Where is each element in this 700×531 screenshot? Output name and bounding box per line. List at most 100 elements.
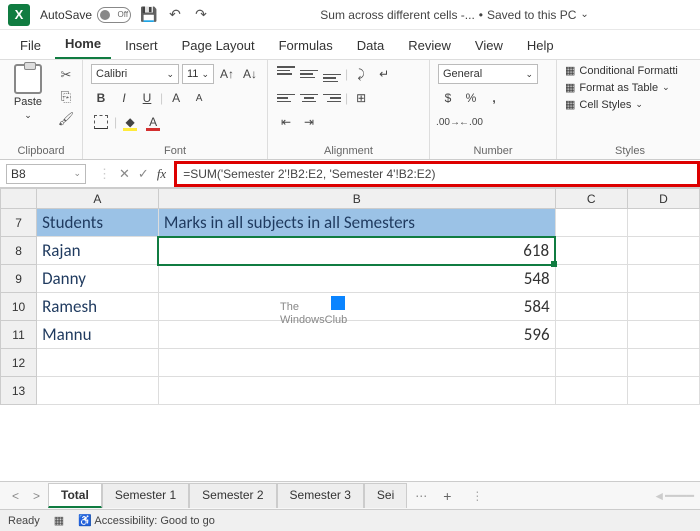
add-sheet-button[interactable]: + (435, 488, 459, 504)
menu-tab-file[interactable]: File (10, 32, 51, 59)
cell[interactable] (555, 293, 627, 321)
row-header[interactable]: 9 (1, 265, 37, 293)
align-center-icon[interactable] (299, 88, 319, 108)
cell[interactable] (555, 265, 627, 293)
column-header[interactable]: A (37, 189, 159, 209)
paste-button[interactable]: Paste ⌄ (8, 64, 48, 121)
cell-styles-button[interactable]: ▦Cell Styles ⌄ (565, 98, 643, 111)
cell[interactable]: Rajan (37, 237, 159, 265)
cell[interactable] (627, 349, 699, 377)
increase-font-icon[interactable]: A↑ (217, 64, 237, 84)
cell[interactable] (555, 321, 627, 349)
fx-icon[interactable]: fx (157, 166, 166, 182)
decrease-font-icon[interactable]: A↓ (240, 64, 260, 84)
sheet-more-icon[interactable]: ⋯ (409, 489, 433, 503)
comma-icon[interactable]: , (484, 88, 504, 108)
row-header[interactable]: 13 (1, 377, 37, 405)
document-title[interactable]: Sum across different cells -... • Saved … (217, 8, 692, 22)
menu-tab-formulas[interactable]: Formulas (269, 32, 343, 59)
column-header[interactable]: D (627, 189, 699, 209)
cell[interactable]: 596 (158, 321, 555, 349)
cell[interactable] (627, 377, 699, 405)
align-bottom-icon[interactable] (322, 64, 342, 84)
row-header[interactable]: 12 (1, 349, 37, 377)
accessibility-status[interactable]: ♿ Accessibility: Good to go (78, 514, 215, 527)
fill-color-button[interactable]: ◆ (120, 112, 140, 132)
increase-indent-icon[interactable]: ⇥ (299, 112, 319, 132)
italic-button[interactable]: I (114, 88, 134, 108)
cell[interactable] (158, 377, 555, 405)
column-header[interactable]: C (555, 189, 627, 209)
formula-input[interactable]: =SUM('Semester 2'!B2:E2, 'Semester 4'!B2… (174, 161, 700, 187)
cell[interactable]: Ramesh (37, 293, 159, 321)
currency-icon[interactable]: $ (438, 88, 458, 108)
increase-font-icon[interactable]: A (166, 88, 186, 108)
bold-button[interactable]: B (91, 88, 111, 108)
sheet-tab[interactable]: Semester 2 (189, 483, 276, 508)
enter-icon[interactable]: ✓ (138, 166, 149, 182)
cell[interactable] (158, 349, 555, 377)
row-header[interactable]: 8 (1, 237, 37, 265)
cell[interactable] (627, 265, 699, 293)
font-name-select[interactable]: Calibri⌄ (91, 64, 179, 84)
name-box[interactable]: B8⌄ (6, 164, 86, 184)
cell[interactable] (627, 209, 699, 237)
redo-icon[interactable]: ↷ (193, 7, 209, 23)
align-top-icon[interactable] (276, 64, 296, 84)
cell[interactable] (627, 237, 699, 265)
autosave-toggle[interactable]: AutoSave Off (40, 7, 131, 23)
cell[interactable] (37, 377, 159, 405)
menu-tab-insert[interactable]: Insert (115, 32, 168, 59)
cell[interactable]: Danny (37, 265, 159, 293)
decrease-decimal-icon[interactable]: ←.00 (461, 112, 481, 132)
cell[interactable] (37, 349, 159, 377)
conditional-formatting-button[interactable]: ▦Conditional Formatti (565, 64, 678, 77)
underline-button[interactable]: U (137, 88, 157, 108)
font-color-button[interactable]: A (143, 112, 163, 132)
cell[interactable]: Mannu (37, 321, 159, 349)
save-icon[interactable]: 💾 (141, 7, 157, 23)
merge-icon[interactable]: ⊞ (351, 88, 371, 108)
toggle-switch[interactable]: Off (97, 7, 131, 23)
menu-tab-help[interactable]: Help (517, 32, 564, 59)
menu-tab-home[interactable]: Home (55, 30, 111, 59)
cell[interactable]: 584 (158, 293, 555, 321)
sheet-tab[interactable]: Total (48, 483, 102, 508)
sheet-tab[interactable]: Sei (364, 483, 407, 508)
format-as-table-button[interactable]: ▦Format as Table ⌄ (565, 81, 670, 94)
font-size-select[interactable]: 11⌄ (182, 64, 214, 84)
sheet-nav-next[interactable]: > (27, 489, 46, 503)
align-middle-icon[interactable] (299, 64, 319, 84)
orientation-icon[interactable]: ⤸ (351, 64, 371, 84)
row-header[interactable]: 11 (1, 321, 37, 349)
cell[interactable]: 618 (158, 237, 555, 265)
undo-icon[interactable]: ↶ (167, 7, 183, 23)
cell[interactable] (627, 293, 699, 321)
spreadsheet-grid[interactable]: ABCD 7StudentsMarks in all subjects in a… (0, 188, 700, 438)
cancel-icon[interactable]: ✕ (119, 166, 130, 182)
cell[interactable] (555, 377, 627, 405)
macro-icon[interactable]: ▦ (54, 514, 64, 527)
cell[interactable]: Students (37, 209, 159, 237)
column-header[interactable]: B (158, 189, 555, 209)
menu-tab-page-layout[interactable]: Page Layout (172, 32, 265, 59)
cell[interactable] (555, 349, 627, 377)
row-header[interactable]: 10 (1, 293, 37, 321)
cell[interactable] (555, 209, 627, 237)
cut-icon[interactable]: ✂ (58, 67, 74, 83)
cell[interactable]: 548 (158, 265, 555, 293)
decrease-indent-icon[interactable]: ⇤ (276, 112, 296, 132)
decrease-font-icon[interactable]: A (189, 88, 209, 108)
align-left-icon[interactable] (276, 88, 296, 108)
sheet-tab[interactable]: Semester 3 (277, 483, 364, 508)
align-right-icon[interactable] (322, 88, 342, 108)
sheet-nav-prev[interactable]: < (6, 489, 25, 503)
number-format-select[interactable]: General⌄ (438, 64, 538, 84)
borders-button[interactable] (91, 112, 111, 132)
menu-tab-review[interactable]: Review (398, 32, 461, 59)
format-painter-icon[interactable]: 🖌 (58, 111, 74, 127)
copy-icon[interactable]: ⎘ (58, 89, 74, 105)
select-all-corner[interactable] (1, 189, 37, 209)
cell[interactable]: Marks in all subjects in all Semesters (158, 209, 555, 237)
menu-tab-view[interactable]: View (465, 32, 513, 59)
